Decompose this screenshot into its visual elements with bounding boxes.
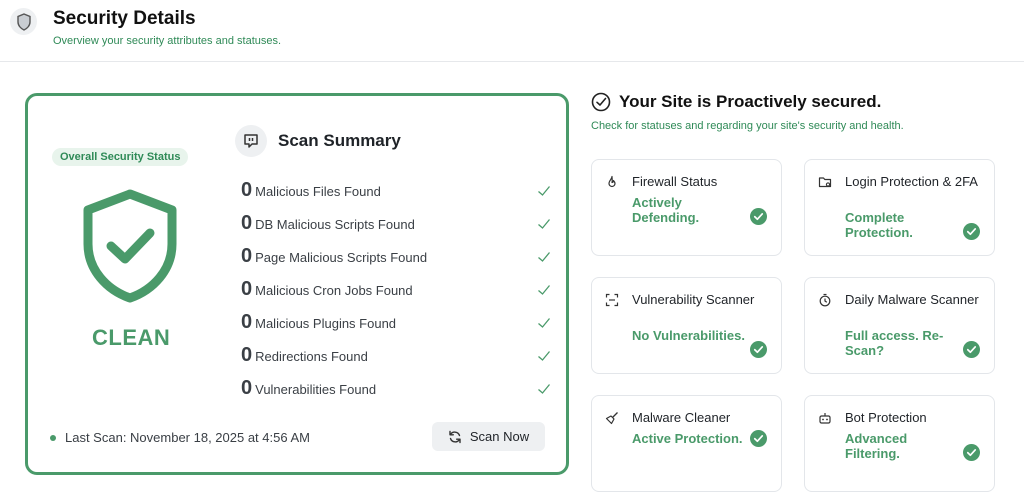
status-dot-icon	[50, 434, 56, 441]
check-icon	[538, 383, 551, 394]
feature-title: Vulnerability Scanner	[632, 292, 755, 307]
feature-title: Malware Cleaner	[632, 410, 731, 425]
chat-icon	[235, 125, 267, 157]
item-label: Malicious Plugins Found	[255, 316, 397, 331]
item-count: 0	[241, 377, 253, 399]
feature-card-vulnerability-scanner[interactable]: Vulnerability Scanner No Vulnerabilities…	[591, 277, 782, 374]
feature-card-daily-malware-scanner[interactable]: Daily Malware Scanner Full access. Re-Sc…	[804, 277, 995, 374]
item-count: 0	[241, 245, 253, 267]
timer-icon	[819, 293, 831, 307]
check-icon	[538, 185, 551, 196]
page-header: Security Details Overview your security …	[0, 0, 1024, 62]
check-icon	[538, 218, 551, 229]
check-icon	[538, 284, 551, 295]
feature-title: Daily Malware Scanner	[845, 292, 979, 307]
check-circle-filled-icon	[750, 341, 767, 358]
check-circle-filled-icon	[963, 223, 980, 240]
list-item: 0 Page Malicious Scripts Found	[241, 240, 551, 273]
feature-status: Actively Defending.	[632, 195, 700, 225]
list-item: 0 DB Malicious Scripts Found	[241, 207, 551, 240]
page-subtitle: Overview your security attributes and st…	[53, 35, 282, 47]
scan-now-label: Scan Now	[469, 429, 530, 444]
check-icon	[538, 317, 551, 328]
broom-icon	[605, 412, 618, 425]
check-circle-icon	[591, 92, 611, 112]
protection-subtitle: Check for statuses and regarding your si…	[591, 120, 904, 132]
scan-summary-list: 0 Malicious Files Found 0 DB Malicious Scr…	[241, 174, 551, 405]
page-title: Security Details	[53, 8, 196, 29]
list-item: 0 Redirections Found	[241, 339, 551, 372]
check-icon	[538, 251, 551, 262]
item-label: Vulnerabilities Found	[255, 382, 377, 397]
overall-status-badge: Overall Security Status	[52, 148, 189, 166]
list-item: 0 Malicious Plugins Found	[241, 306, 551, 339]
feature-title: Login Protection & 2FA	[845, 174, 978, 189]
bot-icon	[819, 413, 831, 424]
check-circle-filled-icon	[963, 444, 980, 461]
item-count: 0	[241, 344, 253, 366]
feature-card-firewall[interactable]: Firewall Status Actively Defending.	[591, 159, 782, 256]
protection-heading: Your Site is Proactively secured.	[591, 92, 881, 112]
item-label: DB Malicious Scripts Found	[255, 217, 415, 232]
list-item: 0 Vulnerabilities Found	[241, 372, 551, 405]
item-label: Malicious Cron Jobs Found	[255, 283, 413, 298]
feature-title: Bot Protection	[845, 410, 927, 425]
list-item: 0 Malicious Cron Jobs Found	[241, 273, 551, 306]
feature-status: Active Protection.	[632, 431, 743, 446]
feature-card-bot-protection[interactable]: Bot Protection Advanced Filtering.	[804, 395, 995, 492]
check-circle-filled-icon	[750, 430, 767, 447]
item-count: 0	[241, 278, 253, 300]
protection-title: Your Site is Proactively secured.	[619, 92, 882, 111]
feature-status: Full access. Re-Scan?	[845, 328, 944, 358]
flame-icon	[608, 175, 616, 188]
last-scan-text: Last Scan: November 18, 2025 at 4:56 AM	[65, 430, 310, 445]
item-label: Malicious Files Found	[255, 184, 381, 199]
refresh-icon	[449, 430, 461, 443]
list-item: 0 Malicious Files Found	[241, 174, 551, 207]
feature-card-login-protection[interactable]: Login Protection & 2FA Complete Protecti…	[804, 159, 995, 256]
shield-check-icon	[83, 189, 177, 303]
item-count: 0	[241, 311, 253, 333]
overall-status-text: CLEAN	[92, 325, 171, 350]
item-count: 0	[241, 212, 253, 234]
item-label: Redirections Found	[255, 349, 368, 364]
scan-now-button[interactable]: Scan Now	[432, 422, 545, 451]
security-status-card: Overall Security Status CLEAN Scan Summa…	[25, 93, 569, 475]
check-icon	[538, 350, 551, 361]
scan-frame-icon	[605, 293, 619, 307]
feature-card-malware-cleaner[interactable]: Malware Cleaner Active Protection.	[591, 395, 782, 492]
last-scan-info: Last Scan: November 18, 2025 at 4:56 AM	[50, 430, 310, 445]
item-label: Page Malicious Scripts Found	[255, 250, 428, 265]
scan-summary-title: Scan Summary	[278, 131, 401, 150]
check-circle-filled-icon	[963, 341, 980, 358]
feature-status: Complete Protection.	[845, 210, 913, 240]
login-folder-icon	[818, 177, 832, 188]
item-count: 0	[241, 179, 253, 201]
feature-status: Advanced Filtering.	[845, 431, 908, 461]
feature-title: Firewall Status	[632, 174, 718, 189]
shield-icon	[10, 8, 37, 35]
check-circle-filled-icon	[750, 208, 767, 225]
feature-status: No Vulnerabilities.	[632, 328, 745, 343]
